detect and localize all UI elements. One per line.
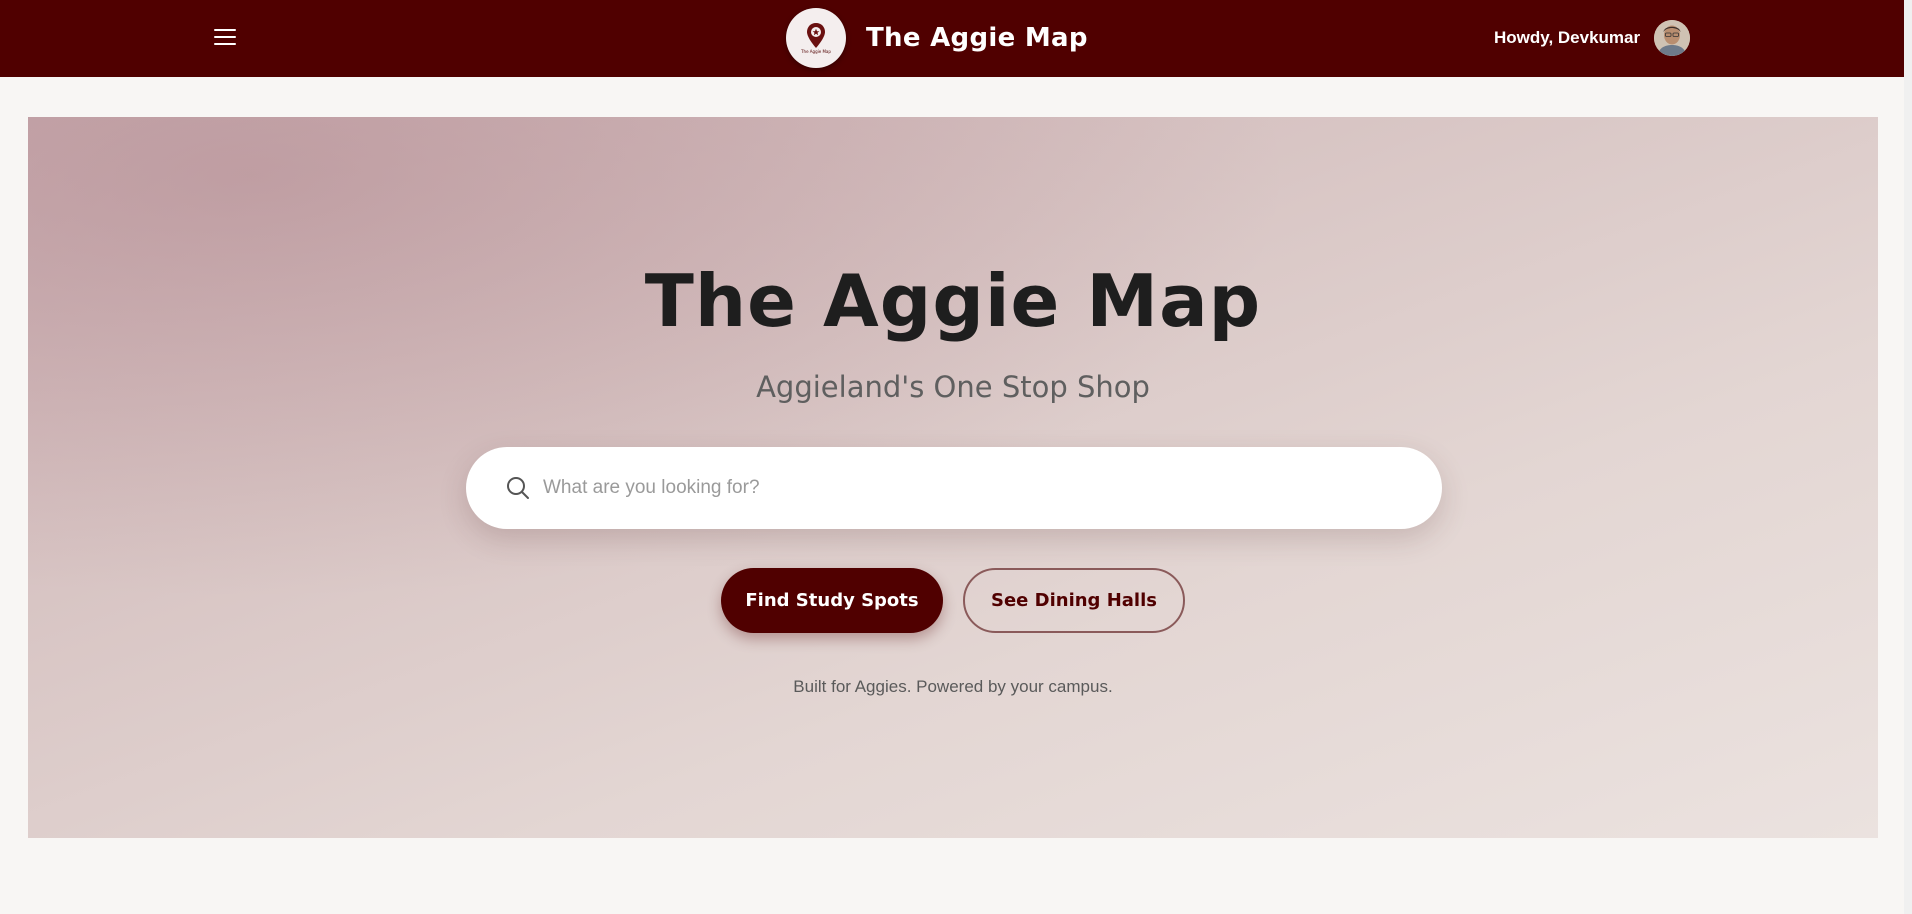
user-photo-icon: [1654, 20, 1691, 56]
hero-section: The Aggie Map Aggieland's One Stop Shop …: [28, 117, 1878, 838]
find-study-spots-button[interactable]: Find Study Spots: [721, 568, 943, 633]
brand-title: The Aggie Map: [866, 22, 1088, 53]
menu-button[interactable]: [208, 22, 242, 52]
user-greeting: Howdy, Devkumar: [1494, 28, 1641, 47]
hamburger-menu-icon: [214, 29, 236, 31]
logo-text: The Aggie Map: [801, 48, 831, 54]
user-menu[interactable]: Howdy, Devkumar: [1494, 18, 1691, 58]
hero-tagline: Built for Aggies. Powered by your campus…: [793, 677, 1113, 696]
top-navbar: The Aggie Map The Aggie Map Howdy, Devku…: [0, 0, 1912, 77]
page-scrollbar[interactable]: [1904, 0, 1912, 914]
logo: The Aggie Map: [786, 7, 846, 68]
search-bar[interactable]: [466, 447, 1442, 529]
hero-subtitle: Aggieland's One Stop Shop: [756, 370, 1150, 404]
map-pin-icon: [807, 22, 825, 48]
see-dining-halls-button[interactable]: See Dining Halls: [963, 568, 1185, 633]
brand-home-link[interactable]: The Aggie Map The Aggie Map: [786, 7, 1088, 68]
avatar[interactable]: [1654, 20, 1691, 56]
search-icon: [507, 477, 529, 499]
hero-title: The Aggie Map: [644, 259, 1262, 343]
search-input[interactable]: [543, 477, 1383, 499]
